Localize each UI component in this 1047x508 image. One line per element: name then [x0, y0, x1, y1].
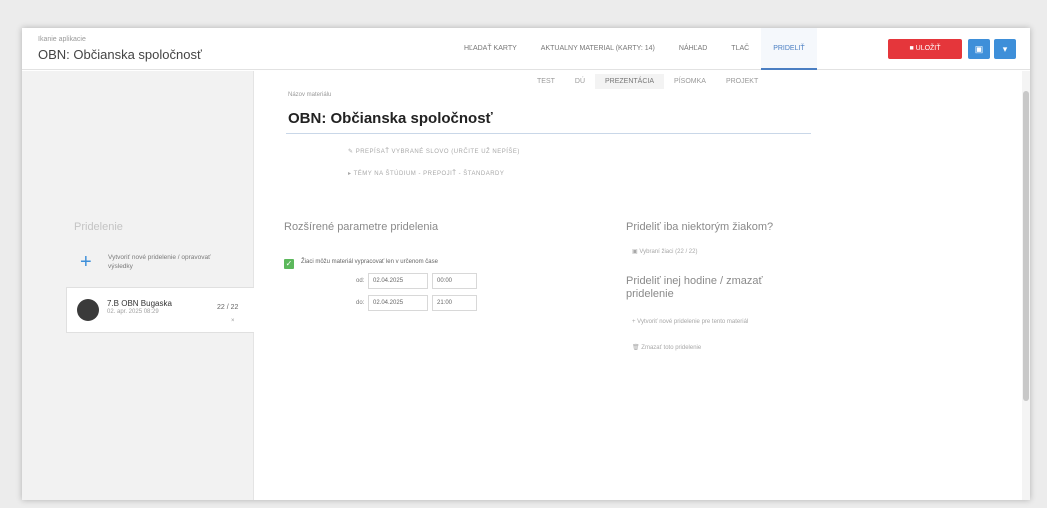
from-label: od: [356, 278, 365, 284]
assignments-panel: Pridelenie + Vytvoriť nové pridelenie / … [22, 71, 254, 500]
from-time-input[interactable]: 00:00 [432, 273, 477, 289]
chevron-down-icon[interactable]: ▾ [994, 39, 1016, 59]
from-date-input[interactable]: 02.04.2025 [368, 273, 428, 289]
material-title-input[interactable]: OBN: Občianska spoločnosť [286, 108, 811, 134]
top-bar: Ikanie aplikacie OBN: Občianska spoločno… [22, 28, 1030, 70]
app-subtitle: Ikanie aplikacie [38, 36, 86, 43]
tab-homework[interactable]: DÚ [565, 74, 595, 89]
nav-preview[interactable]: NÁHĽAD [667, 28, 719, 70]
app-window: Ikanie aplikacie OBN: Občianska spoločno… [22, 28, 1030, 500]
app-title: OBN: Občianska spoločnosť [38, 47, 202, 62]
assignment-date: 02. apr. 2025 08:29 [107, 309, 159, 315]
save-button[interactable]: ■ ULOŽIŤ [888, 39, 962, 59]
nav-assign[interactable]: PRIDELIŤ [761, 28, 817, 70]
tab-presentation[interactable]: PREZENTÁCIA [595, 74, 665, 89]
create-assignment-label: Vytvoriť nové pridelenie / opravovať výs… [108, 254, 211, 270]
tab-project[interactable]: PROJEKT [716, 74, 768, 89]
assignment-card[interactable]: 7.B OBN Bugaska 02. apr. 2025 08:29 22 /… [66, 287, 254, 333]
topics-link[interactable]: ▸ TÉMY NA ŠTÚDIUM - PREPOJIŤ - ŠTANDARDY [348, 170, 504, 177]
assignment-name: 7.B OBN Bugaska [107, 299, 172, 308]
create-assignment-button[interactable]: + Vytvoriť nové pridelenie / opravovať v… [80, 252, 218, 272]
assignment-score: 22 / 22 [217, 304, 239, 311]
time-limit-checkbox[interactable]: ✓ [284, 259, 294, 269]
nav-current-material[interactable]: AKTUALNY MATERIAL (KARTY: 14) [529, 28, 667, 70]
new-assignment-link[interactable]: + Vytvoriť nové pridelenie pre tento mat… [632, 318, 782, 326]
to-date-input[interactable]: 02.04.2025 [368, 295, 428, 311]
advanced-params-title: Rozšírené parametre pridelenia [284, 221, 439, 233]
tab-written-test[interactable]: PÍSOMKA [664, 74, 716, 89]
scrollbar-thumb[interactable] [1023, 91, 1029, 401]
delete-assignment-link[interactable]: 🗑 Zmazať toto pridelenie [632, 344, 701, 352]
select-students-title: Prideliť iba niektorým žiakom? [626, 221, 774, 233]
selected-students-link[interactable]: ▣ Vybraní žiaci (22 / 22) [632, 248, 697, 256]
nav-print[interactable]: TLAČ [719, 28, 761, 70]
to-time-input[interactable]: 21:00 [432, 295, 477, 311]
scrollbar[interactable] [1022, 71, 1030, 500]
tab-test[interactable]: TEST [527, 74, 565, 89]
to-label: do: [356, 300, 365, 306]
material-type-tabs: TEST DÚ PREZENTÁCIA PÍSOMKA PROJEKT [527, 74, 768, 89]
nav-search-cards[interactable]: HĽADAŤ KARTY [452, 28, 529, 70]
avatar [77, 299, 99, 321]
assignments-heading: Pridelenie [74, 221, 123, 233]
plus-icon: + [80, 251, 92, 273]
time-limit-label: Žiaci môžu materiál vypracovať len v urč… [301, 259, 438, 265]
reassign-title: Prideliť inej hodine / zmazať pridelenie [626, 275, 763, 300]
save-icon[interactable]: ▣ [968, 39, 990, 59]
rename-link[interactable]: ✎ PREPÍSAŤ VYBRANÉ SLOVO (URČITE UŽ NEPÍ… [348, 148, 520, 155]
main-nav: HĽADAŤ KARTY AKTUALNY MATERIAL (KARTY: 1… [452, 28, 817, 70]
material-name-label: Názov materiálu [288, 92, 332, 98]
close-icon[interactable]: × [231, 318, 235, 324]
